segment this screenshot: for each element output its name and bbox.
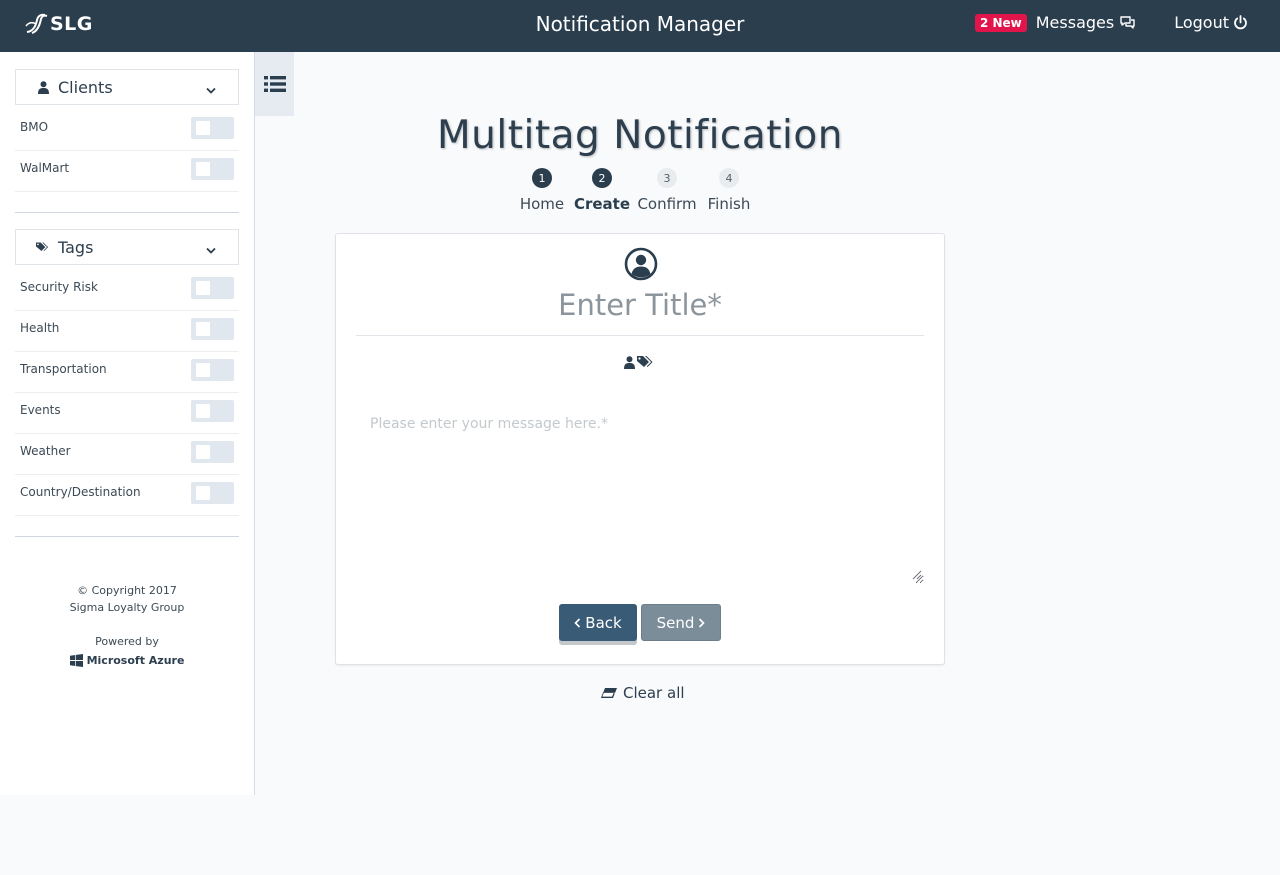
tag-row-weather: Weather — [15, 434, 239, 475]
tag-label: Transportation — [20, 362, 107, 376]
clear-all-label: Clear all — [623, 684, 685, 702]
title-input[interactable] — [356, 274, 924, 336]
step-home[interactable]: 1 Home — [515, 168, 569, 213]
power-icon — [1234, 15, 1247, 30]
logout-label: Logout — [1174, 13, 1229, 32]
tags-icon — [36, 241, 50, 254]
client-row-bmo: BMO — [15, 110, 239, 151]
tags-label: Tags — [58, 237, 94, 257]
client-row-walmart: WalMart — [15, 151, 239, 192]
sidebar-toggle-button[interactable] — [255, 52, 294, 116]
logout-link[interactable]: Logout — [1174, 13, 1248, 32]
sidebar: Clients BMO WalMart Tags Security Risk H… — [0, 52, 255, 795]
logo-text: SLG — [50, 13, 93, 35]
step-label: Home — [519, 195, 565, 213]
send-button[interactable]: Send — [641, 604, 721, 641]
tag-toggle-weather[interactable] — [191, 441, 234, 463]
step-confirm[interactable]: 3 Confirm — [636, 168, 698, 213]
tag-toggle-health[interactable] — [191, 318, 234, 340]
client-toggle-bmo[interactable] — [191, 117, 234, 139]
step-number: 3 — [657, 168, 677, 188]
step-label: Finish — [707, 195, 751, 213]
copyright-text: © Copyright 2017 — [77, 584, 177, 597]
message-textarea[interactable] — [356, 404, 924, 584]
eraser-icon — [601, 688, 617, 698]
tag-toggle-events[interactable] — [191, 400, 234, 422]
slg-logo[interactable]: SLG — [24, 13, 93, 35]
recipient-icons — [624, 356, 655, 369]
chevron-down-icon — [206, 80, 216, 99]
tag-toggle-transportation[interactable] — [191, 359, 234, 381]
client-label: BMO — [20, 120, 49, 134]
resize-handle-icon[interactable] — [912, 570, 922, 580]
notification-form-card: Back Send — [335, 233, 945, 665]
windows-icon — [69, 654, 83, 667]
tag-row-country-destination: Country/Destination — [15, 475, 239, 516]
step-number: 4 — [719, 168, 739, 188]
tag-row-transportation: Transportation — [15, 352, 239, 393]
tag-toggle-security-risk[interactable] — [191, 277, 234, 299]
microsoft-azure-logo: Microsoft Azure — [0, 654, 254, 667]
tag-label: Weather — [20, 444, 71, 458]
user-icon — [36, 80, 50, 94]
user-icon — [624, 356, 635, 369]
slg-logo-icon — [25, 13, 48, 34]
messages-link[interactable]: 2 New Messages — [974, 13, 1136, 32]
client-toggle-walmart[interactable] — [191, 158, 234, 180]
step-label: Create — [573, 195, 631, 213]
back-button[interactable]: Back — [559, 604, 637, 641]
clear-all-link[interactable]: Clear all — [600, 684, 685, 702]
send-label: Send — [656, 613, 695, 632]
tags-icon — [637, 356, 653, 367]
tag-label: Events — [20, 403, 61, 417]
divider — [15, 212, 239, 213]
step-finish[interactable]: 4 Finish — [703, 168, 755, 213]
company-name: Sigma Loyalty Group — [69, 601, 185, 614]
azure-label: Microsoft Azure — [86, 654, 185, 667]
page-title: Multitag Notification — [437, 113, 843, 158]
messages-label: Messages — [1035, 13, 1115, 32]
tag-row-security-risk: Security Risk — [15, 270, 239, 311]
client-label: WalMart — [20, 161, 70, 175]
tag-row-events: Events — [15, 393, 239, 434]
tag-label: Security Risk — [20, 280, 98, 294]
tag-label: Country/Destination — [20, 485, 141, 499]
divider — [15, 536, 239, 537]
step-label: Confirm — [637, 195, 697, 213]
clients-label: Clients — [58, 77, 113, 97]
list-icon — [263, 76, 286, 92]
tag-row-health: Health — [15, 311, 239, 352]
comments-icon — [1120, 16, 1135, 29]
tag-label: Health — [20, 321, 60, 335]
tag-toggle-country-destination[interactable] — [191, 482, 234, 504]
powered-by-text: Powered by — [95, 635, 159, 648]
clients-panel-header[interactable]: Clients — [15, 69, 239, 105]
chevron-down-icon — [206, 240, 216, 259]
step-number: 2 — [592, 168, 612, 188]
new-messages-badge: 2 New — [974, 13, 1027, 32]
back-label: Back — [585, 613, 622, 632]
chevron-left-icon — [574, 617, 581, 628]
tags-panel-header[interactable]: Tags — [15, 229, 239, 265]
step-number: 1 — [532, 168, 552, 188]
top-navbar: SLG Notification Manager 2 New Messages … — [0, 0, 1280, 52]
chevron-right-icon — [699, 617, 706, 628]
step-create[interactable]: 2 Create — [572, 168, 632, 213]
